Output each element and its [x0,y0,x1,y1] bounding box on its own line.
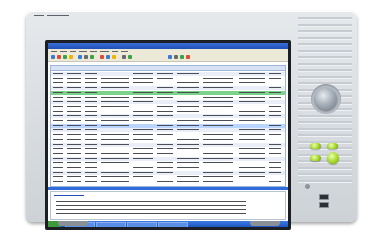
toolbar[interactable] [48,54,288,62]
usb-port[interactable] [319,202,329,208]
listing-row[interactable] [51,128,285,133]
brand-logo [34,13,72,18]
device-foot [250,221,280,226]
listing-row[interactable] [51,170,285,175]
device-foot [58,221,88,226]
rotary-knob[interactable] [315,88,337,110]
listing-header [51,66,285,71]
listing-row[interactable] [51,147,285,151]
usb-port[interactable] [319,194,329,200]
listing-row[interactable] [51,123,285,128]
listing-row[interactable] [51,152,285,156]
listing-row[interactable] [51,175,285,179]
listing-row[interactable] [51,114,285,119]
front-panel-button[interactable] [327,143,338,149]
listing-row[interactable] [51,166,285,170]
listing-row[interactable] [51,110,285,114]
listing-row[interactable] [51,119,285,123]
listing-row[interactable] [51,156,285,161]
taskbar-item[interactable] [96,222,126,227]
listing-row[interactable] [51,133,285,137]
listing-row[interactable] [51,96,285,100]
listing-row[interactable] [51,90,285,95]
listing-window[interactable] [50,65,286,187]
taskbar-item[interactable] [158,222,188,227]
listing-row[interactable] [51,86,285,91]
listing-row[interactable] [51,100,285,105]
listing-row[interactable] [51,161,285,165]
display-screen [48,43,288,227]
listing-row[interactable] [51,72,285,76]
listing-row[interactable] [51,138,285,142]
front-panel-button[interactable] [310,155,321,161]
pane-splitter[interactable] [48,187,288,190]
lower-pane[interactable] [50,191,286,220]
front-panel-button[interactable] [310,143,321,149]
run-button[interactable] [327,152,339,164]
taskbar-item[interactable] [127,222,157,227]
listing-row[interactable] [51,81,285,85]
listing-row[interactable] [51,180,285,184]
listing-row[interactable] [51,142,285,147]
listing-row[interactable] [51,105,285,109]
power-button[interactable] [305,184,310,189]
listing-row[interactable] [51,77,285,81]
